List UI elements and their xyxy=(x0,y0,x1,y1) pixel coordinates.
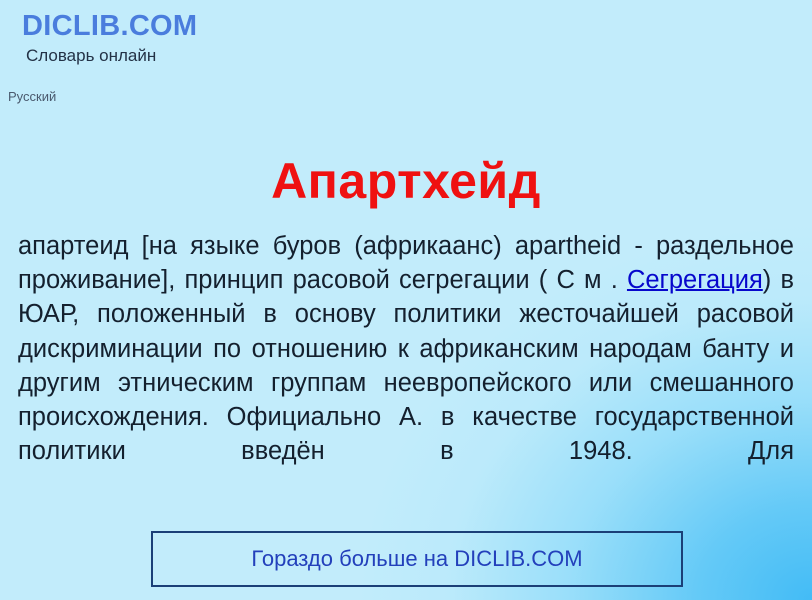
entry-title: Апартхейд xyxy=(271,152,541,209)
site-logo[interactable]: DICLIB.COM xyxy=(22,10,197,42)
more-on-diclib-button-label: Гораздо больше на DICLIB.COM xyxy=(251,545,583,571)
site-tagline: Словарь онлайн xyxy=(26,46,157,65)
entry-definition: апартеид [на языке буров (африкаанс) apa… xyxy=(18,229,794,503)
language-label[interactable]: Русский xyxy=(8,89,56,105)
more-on-diclib-button[interactable]: Гораздо больше на DICLIB.COM xyxy=(151,531,683,587)
definition-text-after-link: ) в ЮАР, положенный в основу политики же… xyxy=(18,266,794,466)
cross-reference-link-segregation[interactable]: Сегрегация xyxy=(627,266,763,294)
page-root: DICLIB.COM Словарь онлайн Русский Апартх… xyxy=(0,0,812,600)
